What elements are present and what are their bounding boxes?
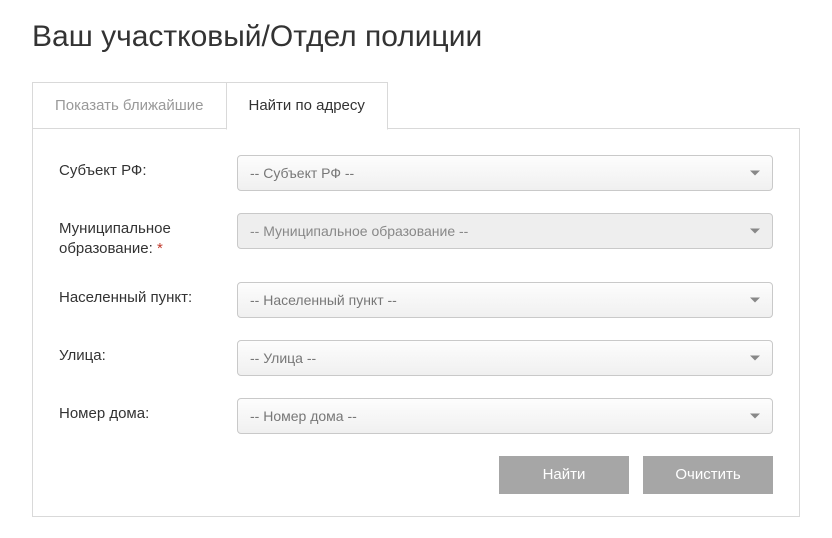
find-button[interactable]: Найти	[499, 456, 629, 494]
select-locality-value: -- Населенный пункт --	[250, 292, 397, 308]
chevron-down-icon	[750, 413, 760, 418]
select-house-value: -- Номер дома --	[250, 408, 357, 424]
label-house: Номер дома:	[59, 398, 237, 424]
row-locality: Населенный пункт: -- Населенный пункт --	[59, 282, 773, 318]
select-municipality[interactable]: -- Муниципальное образование --	[237, 213, 773, 249]
select-subject[interactable]: -- Субъект РФ --	[237, 155, 773, 191]
form-panel: Субъект РФ: -- Субъект РФ -- Муниципальн…	[32, 128, 800, 517]
page-title: Ваш участковый/Отдел полиции	[32, 20, 800, 54]
label-locality: Населенный пункт:	[59, 282, 237, 308]
label-street: Улица:	[59, 340, 237, 366]
select-municipality-value: -- Муниципальное образование --	[250, 223, 468, 239]
select-street-value: -- Улица --	[250, 350, 316, 366]
chevron-down-icon	[750, 229, 760, 234]
button-row: Найти Очистить	[59, 456, 773, 494]
tabs: Показать ближайшие Найти по адресу	[32, 82, 800, 129]
row-street: Улица: -- Улица --	[59, 340, 773, 376]
required-mark: *	[157, 240, 163, 257]
select-subject-value: -- Субъект РФ --	[250, 165, 354, 181]
chevron-down-icon	[750, 171, 760, 176]
tabs-container: Показать ближайшие Найти по адресу Субъе…	[32, 82, 800, 518]
row-house: Номер дома: -- Номер дома --	[59, 398, 773, 434]
tab-nearest[interactable]: Показать ближайшие	[32, 82, 227, 129]
select-street[interactable]: -- Улица --	[237, 340, 773, 376]
select-locality[interactable]: -- Населенный пункт --	[237, 282, 773, 318]
chevron-down-icon	[750, 297, 760, 302]
chevron-down-icon	[750, 355, 760, 360]
clear-button[interactable]: Очистить	[643, 456, 773, 494]
row-subject: Субъект РФ: -- Субъект РФ --	[59, 155, 773, 191]
label-municipality: Муниципальное образование: *	[59, 213, 237, 260]
tab-by-address[interactable]: Найти по адресу	[226, 82, 388, 130]
label-subject: Субъект РФ:	[59, 155, 237, 181]
select-house[interactable]: -- Номер дома --	[237, 398, 773, 434]
row-municipality: Муниципальное образование: * -- Муниципа…	[59, 213, 773, 260]
label-municipality-text: Муниципальное образование:	[59, 220, 171, 257]
